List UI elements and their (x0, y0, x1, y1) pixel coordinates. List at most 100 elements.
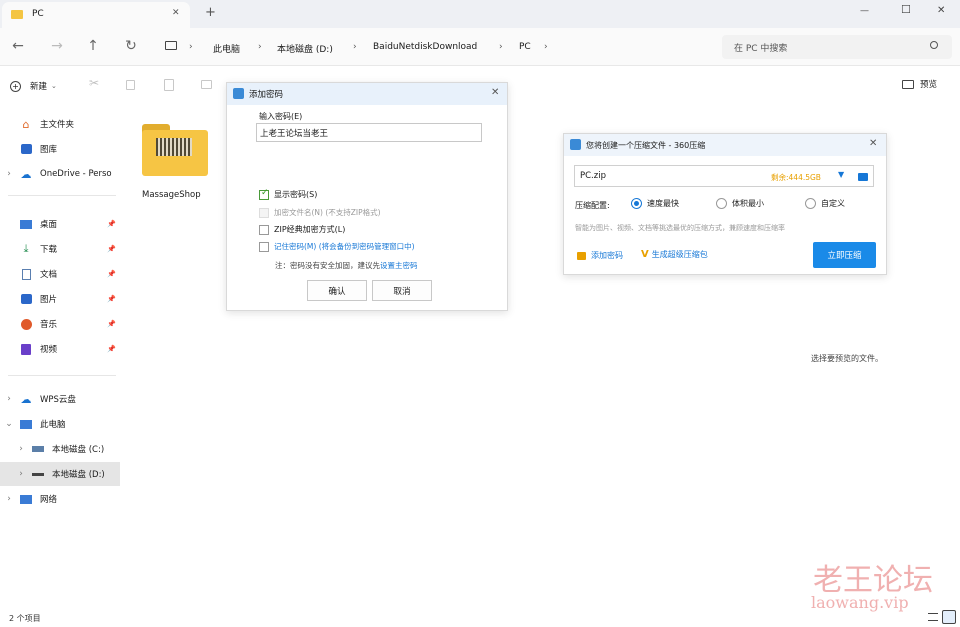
address-bar[interactable]: › 此电脑 › 本地磁盘 (D:) › BaiduNetdiskDownload… (158, 32, 714, 60)
pin-icon[interactable]: 📌 (107, 345, 116, 353)
show-password-checkbox[interactable]: ✓ 显示密码(S) (259, 188, 317, 200)
new-label: 新建 (30, 82, 48, 92)
app-icon (233, 88, 244, 99)
v-badge-icon: V (641, 249, 649, 260)
radio-unselected[interactable] (716, 198, 727, 209)
folder-icon (142, 124, 208, 176)
set-master-password-link[interactable]: 设置主密码 (380, 261, 418, 270)
sidebar-item-downloads[interactable]: ⤓ 下载 📌 (0, 237, 120, 261)
chevron-down-icon[interactable]: ⌄ (0, 419, 18, 429)
zip-classic-checkbox[interactable]: ZIP经典加密方式(L) (259, 224, 345, 235)
refresh-icon[interactable]: ↻ (121, 36, 141, 56)
close-tab-icon[interactable]: ✕ (172, 8, 180, 18)
up-arrow-icon[interactable]: ↑ (83, 36, 103, 56)
checkbox-checked[interactable]: ✓ (259, 188, 269, 200)
password-label: 输入密码(E) (259, 112, 303, 121)
compress-description: 智能为图片、视频、文档等挑选最优的压缩方式，兼顾速度和压缩率 (575, 224, 785, 232)
config-label: 压缩配置: (575, 201, 610, 210)
super-archive-link[interactable]: V 生成超级压缩包 (641, 249, 708, 260)
option-custom[interactable]: 自定义 (805, 198, 845, 209)
sidebar-item-gallery[interactable]: 图库 (0, 137, 120, 161)
sidebar-item-desktop[interactable]: 桌面 📌 (0, 212, 120, 236)
sidebar-item-onedrive[interactable]: › ☁ OneDrive - Perso (0, 162, 120, 186)
breadcrumb-pc[interactable]: PC (519, 42, 531, 52)
chevron-right-icon: › (189, 42, 193, 52)
new-button[interactable]: + 新建 ⌄ (10, 77, 66, 95)
back-arrow-icon[interactable]: ← (8, 36, 28, 56)
chevron-down-icon: ⌄ (51, 82, 57, 90)
search-box[interactable]: 在 PC 中搜索 (722, 35, 952, 59)
plus-circle-icon: + (10, 80, 21, 92)
pin-icon[interactable]: 📌 (107, 245, 116, 253)
password-value: 上老王论坛当老王 (260, 129, 329, 139)
watermark: 老王论坛 laowang.vip (780, 555, 960, 620)
drive-icon (30, 468, 46, 480)
radio-unselected[interactable] (805, 198, 816, 209)
chevron-right-icon[interactable]: › (0, 494, 18, 504)
option-smallest[interactable]: 体积最小 (716, 198, 764, 209)
folder-item[interactable]: MassageShop (138, 120, 214, 206)
sidebar-item-network[interactable]: › 网络 (0, 487, 120, 511)
chevron-right-icon[interactable]: › (12, 469, 30, 479)
chevron-right-icon[interactable]: › (0, 169, 18, 179)
chevron-right-icon[interactable]: › (0, 394, 18, 404)
close-icon[interactable]: ✕ (491, 87, 499, 98)
remember-password-checkbox[interactable]: 记住密码(M) (将会备份到密码管理窗口中) (259, 241, 415, 252)
minimize-button[interactable]: — (860, 6, 869, 16)
preview-hint: 选择要预览的文件。 (811, 354, 883, 363)
new-tab-button[interactable]: + (205, 5, 216, 20)
preview-pane-icon (902, 79, 914, 89)
folder-icon (11, 10, 23, 19)
chevron-right-icon[interactable]: › (12, 444, 30, 454)
browse-folder-icon[interactable] (858, 173, 868, 181)
radio-selected[interactable] (631, 198, 642, 209)
cancel-button[interactable]: 取消 (372, 280, 432, 301)
pin-icon[interactable]: 📌 (107, 220, 116, 228)
home-icon: ⌂ (22, 117, 30, 131)
maximize-button[interactable]: ☐ (901, 3, 911, 16)
compress-now-button[interactable]: 立即压缩 (813, 242, 876, 268)
pin-icon[interactable]: 📌 (107, 320, 116, 328)
gallery-icon (18, 143, 34, 155)
paste-icon[interactable] (164, 79, 174, 91)
sidebar-item-music[interactable]: 音乐 📌 (0, 312, 120, 336)
divider (8, 375, 116, 376)
sidebar: ⌂ 主文件夹 图库 › ☁ OneDrive - Perso 桌面 📌 ⤓ 下载… (0, 104, 126, 614)
encrypt-filenames-checkbox[interactable]: 加密文件名(N) (不支持ZIP格式) (259, 207, 381, 218)
password-field[interactable]: 上老王论坛当老王 (256, 123, 482, 142)
sidebar-item-documents[interactable]: 文档 📌 (0, 262, 120, 286)
pin-icon[interactable]: 📌 (107, 270, 116, 278)
close-window-button[interactable]: ✕ (937, 5, 945, 16)
download-icon: ⤓ (23, 242, 29, 255)
search-input[interactable]: 在 PC 中搜索 (734, 41, 787, 54)
dropdown-arrow-icon[interactable]: ▼ (838, 170, 844, 179)
add-password-link[interactable]: 添加密码 (577, 250, 623, 261)
sidebar-item-drive-c[interactable]: › 本地磁盘 (C:) (0, 437, 120, 461)
sidebar-item-videos[interactable]: 视频 📌 (0, 337, 120, 361)
option-fastest[interactable]: 速度最快 (631, 198, 679, 209)
breadcrumb-drive-d[interactable]: 本地磁盘 (D:) (277, 42, 333, 55)
pin-icon[interactable]: 📌 (107, 295, 116, 303)
chevron-right-icon: › (544, 42, 548, 52)
cut-icon[interactable]: ✂ (89, 76, 99, 90)
archive-name-field[interactable]: PC.zip 剩余:444.5GB ▼ (574, 165, 874, 187)
video-icon (18, 343, 34, 355)
dialog-titlebar: 添加密码 ✕ (227, 83, 507, 105)
security-note: 注：密码没有安全加固，建议先设置主密码 (275, 261, 418, 270)
copy-icon[interactable] (126, 80, 135, 90)
sidebar-item-wps-cloud[interactable]: › ☁ WPS云盘 (0, 387, 120, 411)
breadcrumb-this-pc[interactable]: 此电脑 (213, 42, 240, 55)
rename-icon[interactable] (201, 80, 212, 89)
sidebar-item-this-pc[interactable]: ⌄ 此电脑 (0, 412, 120, 436)
forward-arrow-icon[interactable]: → (47, 36, 67, 56)
tab-pc[interactable]: PC ✕ (2, 2, 190, 28)
dialog-title: 您将创建一个压缩文件 - 360压缩 (586, 141, 706, 150)
sidebar-item-pictures[interactable]: 图片 📌 (0, 287, 120, 311)
sidebar-item-drive-d[interactable]: › 本地磁盘 (D:) (0, 462, 120, 486)
ok-button[interactable]: 确认 (307, 280, 367, 301)
preview-pane-button[interactable]: 预览 (902, 78, 937, 90)
desktop-icon (18, 218, 34, 230)
breadcrumb-baidu[interactable]: BaiduNetdiskDownload (373, 42, 477, 52)
close-icon[interactable]: ✕ (869, 138, 877, 149)
sidebar-item-home[interactable]: ⌂ 主文件夹 (0, 112, 120, 136)
